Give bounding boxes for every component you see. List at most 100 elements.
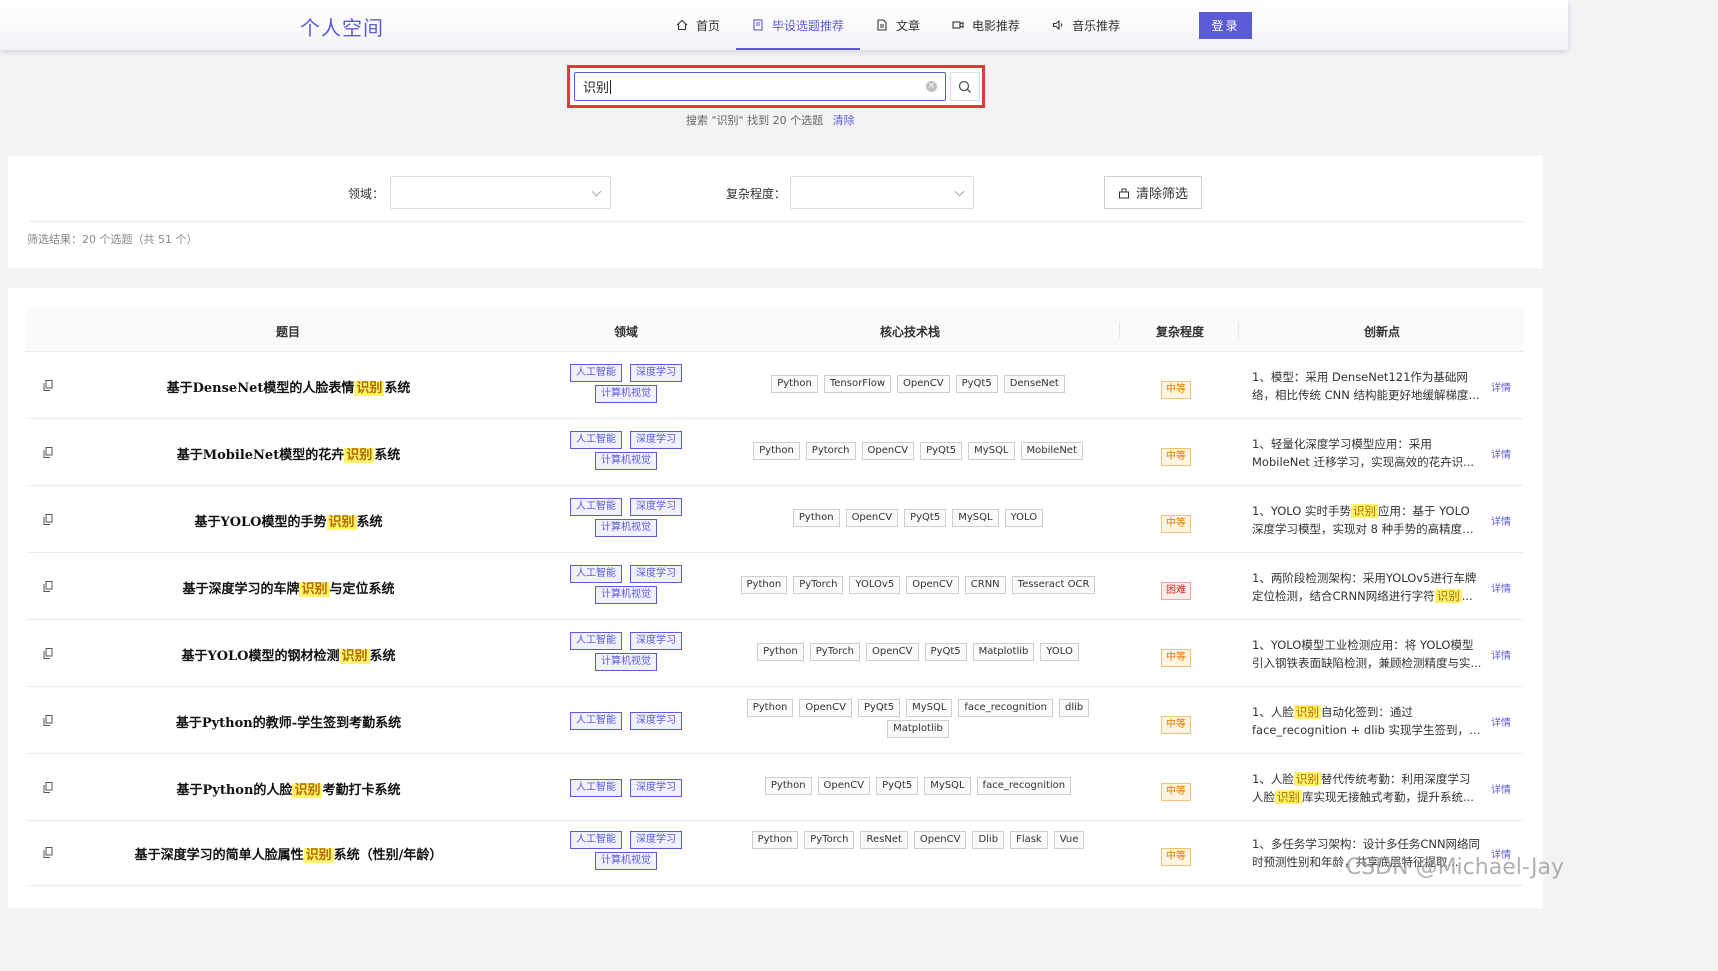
tech-tag: Python <box>771 375 818 393</box>
topic-title[interactable]: 基于Python的教师-学生签到考勤系统 <box>116 712 461 731</box>
complexity-select[interactable] <box>790 176 974 209</box>
detail-link[interactable]: 详情 <box>1491 647 1511 662</box>
domain-tag: 人工智能 <box>570 632 622 650</box>
innovation-line: 深度学习模型，实现对 8 种手势的高精度实... <box>1252 521 1484 536</box>
copy-icon[interactable] <box>43 513 53 525</box>
topic-title[interactable]: 基于YOLO模型的手势 识别 系统 <box>116 511 461 530</box>
domain-tags: 人工智能 深度学习 计算机视觉 <box>546 431 706 470</box>
complexity-badge: 中等 <box>1161 782 1191 801</box>
innovation-line: 1、两阶段检测架构：采用YOLOv5进行车牌 <box>1252 570 1477 585</box>
domain-tag: 人工智能 <box>570 565 622 583</box>
topic-title[interactable]: 基于Python的人脸 识别 考勤打卡系统 <box>116 779 461 798</box>
domain-select[interactable] <box>390 176 611 209</box>
topic-title[interactable]: 基于DenseNet模型的人脸表情 识别 系统 <box>116 377 461 396</box>
innovation-text: 1、YOLO模型工业检测应用：将 YOLO模型 引入钢铁表面缺陷检测，兼顾检测精度… <box>1252 636 1484 672</box>
tech-tag: Matplotlib <box>887 720 949 738</box>
domain-tag: 深度学习 <box>630 831 682 849</box>
tech-tag: PyQt5 <box>904 509 947 527</box>
innovation-text: 1、人脸 识别 替代传统考勤：利用深度学习 人脸 识别 库实现无接触式考勤，提升系统... <box>1252 770 1484 806</box>
clear-input-icon[interactable]: × <box>926 81 937 92</box>
search-icon <box>958 80 971 93</box>
domain-tags: 人工智能 深度学习 计算机视觉 <box>546 565 706 604</box>
copy-icon[interactable] <box>43 781 53 793</box>
copy-icon[interactable] <box>43 446 53 458</box>
detail-link[interactable]: 详情 <box>1491 513 1511 528</box>
chevron-down-icon <box>591 186 602 197</box>
complexity-cell: 中等 <box>1161 844 1191 866</box>
column-divider <box>1238 322 1239 338</box>
search-highlight: 识别 <box>292 782 323 798</box>
nav-home[interactable]: 首页 <box>660 0 736 50</box>
domain-tags: 人工智能 深度学习 <box>546 712 706 730</box>
detail-link[interactable]: 详情 <box>1491 781 1511 796</box>
copy-icon[interactable] <box>43 714 53 726</box>
search-highlight: 识别 <box>299 581 330 597</box>
clear-filter-button[interactable]: 清除筛选 <box>1104 176 1202 209</box>
tech-tag: PyQt5 <box>924 643 967 661</box>
copy-icon[interactable] <box>43 846 53 858</box>
complexity-badge: 中等 <box>1161 447 1191 466</box>
search-button[interactable] <box>950 72 980 101</box>
topic-title[interactable]: 基于深度学习的简单人脸属性 识别 系统（性别/年龄） <box>116 844 461 863</box>
domain-tag: 深度学习 <box>630 498 682 516</box>
nav-home-label: 首页 <box>696 18 721 33</box>
nav-thesis-topics[interactable]: 毕设选题推荐 <box>736 0 861 50</box>
detail-link[interactable]: 详情 <box>1491 580 1511 595</box>
tech-tag: Python <box>764 777 812 795</box>
tech-tag: Matplotlib <box>972 643 1035 661</box>
search-highlight: 识别 <box>339 648 370 664</box>
domain-tag: 深度学习 <box>630 712 682 730</box>
nav-music-label: 音乐推荐 <box>1072 18 1121 33</box>
search-input[interactable]: 识别 × <box>574 72 946 101</box>
table-row: 基于深度学习的简单人脸属性 识别 系统（性别/年龄） 人工智能 深度学习 计算机视觉 Pyt… <box>26 819 1524 886</box>
complexity-badge: 中等 <box>1161 514 1191 533</box>
copy-icon[interactable] <box>43 379 53 391</box>
complexity-badge: 中等 <box>1161 648 1191 667</box>
table-row: 基于MobileNet模型的花卉 识别 系统 人工智能 深度学习 计算机视觉 Python P… <box>26 419 1524 486</box>
clear-filter-label: 清除筛选 <box>1135 186 1188 201</box>
nav-articles[interactable]: 文章 <box>860 0 936 50</box>
clear-search-link[interactable]: 清除 <box>833 114 855 127</box>
login-button[interactable]: 登录 <box>1199 12 1252 39</box>
domain-tag: 人工智能 <box>570 712 622 730</box>
tech-tag: OpenCV <box>799 699 852 717</box>
tech-tag: OpenCV <box>845 509 899 527</box>
innovation-text: 1、轻量化深度学习模型应用：采用 MobileNet 迁移学习，实现高效的花卉识.… <box>1252 435 1484 471</box>
domain-tag: 计算机视觉 <box>595 519 657 537</box>
nav-movies[interactable]: 电影推荐 <box>936 0 1036 50</box>
domain-tag: 计算机视觉 <box>595 852 657 870</box>
tech-tags: Python OpenCV PyQt5 MySQL face_recognition dl… <box>718 699 1118 738</box>
copy-icon[interactable] <box>43 647 53 659</box>
domain-tag: 计算机视觉 <box>595 653 657 671</box>
complexity-cell: 中等 <box>1161 444 1191 466</box>
filter-divider <box>28 221 1525 222</box>
brand-logo[interactable]: 个人空间 <box>300 12 384 41</box>
complexity-badge: 中等 <box>1161 715 1191 734</box>
tech-tag: OpenCV <box>897 375 950 393</box>
home-icon <box>676 19 688 31</box>
column-divider <box>1119 322 1120 338</box>
copy-icon[interactable] <box>43 580 53 592</box>
detail-link[interactable]: 详情 <box>1491 714 1511 729</box>
detail-link[interactable]: 详情 <box>1491 379 1511 394</box>
topic-title[interactable]: 基于MobileNet模型的花卉 识别 系统 <box>116 444 461 463</box>
complexity-filter-label: 复杂程度： <box>726 187 787 201</box>
domain-tags: 人工智能 深度学习 计算机视觉 <box>546 364 706 403</box>
detail-link[interactable]: 详情 <box>1491 446 1511 461</box>
search-hint-text: 搜索 "识别" 找到 20 个选题 <box>686 114 824 127</box>
tech-tag: MySQL <box>952 509 999 527</box>
innovation-line: 定位检测，结合CRNN网络进行字符 识别... <box>1252 588 1473 603</box>
domain-tag: 人工智能 <box>570 364 622 382</box>
domain-tag: 人工智能 <box>570 779 622 797</box>
speaker-icon <box>1053 19 1063 31</box>
innovation-line: MobileNet 迁移学习，实现高效的花卉识... <box>1252 454 1475 469</box>
innovation-text: 1、模型：采用 DenseNet121作为基础网 络，相比传统 CNN 结构能更好… <box>1252 368 1484 404</box>
topic-title[interactable]: 基于深度学习的车牌 识别 与定位系统 <box>116 578 461 597</box>
article-icon <box>877 19 887 31</box>
nav-music[interactable]: 音乐推荐 <box>1036 0 1136 50</box>
table-row: 基于Python的教师-学生签到考勤系统 人工智能 深度学习 Python OpenCV… <box>26 687 1524 754</box>
domain-tags: 人工智能 深度学习 计算机视觉 <box>546 632 706 671</box>
topic-title[interactable]: 基于YOLO模型的钢材检测 识别 系统 <box>116 645 461 664</box>
table-row: 基于深度学习的车牌 识别 与定位系统 人工智能 深度学习 计算机视觉 Python PyTor… <box>26 553 1524 620</box>
innovation-line: 1、YOLO模型工业检测应用：将 YOLO模型 <box>1252 637 1474 652</box>
